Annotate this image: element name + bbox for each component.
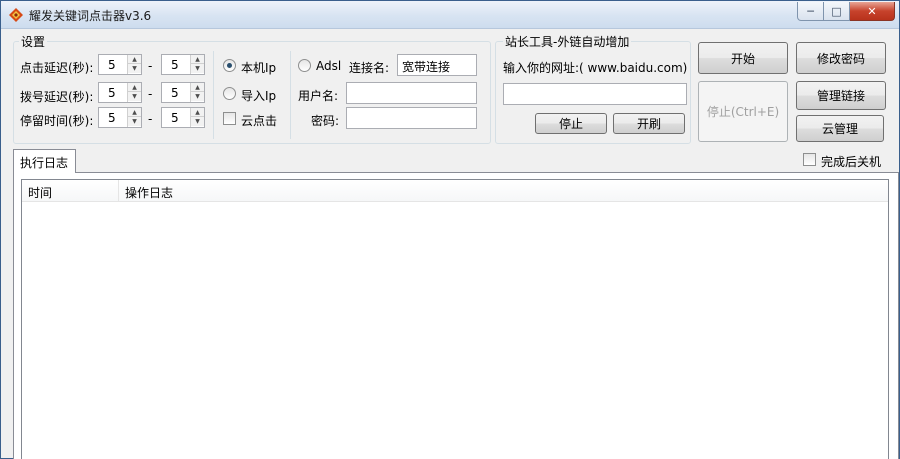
range-separator: -	[148, 112, 153, 126]
settings-divider-2	[290, 51, 291, 139]
main-window: 耀发关键词点击器v3.6 ─ □ ✕ 设置 点击延迟(秒): 5 ▲ ▼ - 5 …	[0, 0, 900, 459]
dial-delay-label: 拨号延迟(秒):	[20, 90, 94, 104]
spin-down-arrow-icon[interactable]: ▼	[191, 92, 204, 101]
settings-divider-1	[213, 51, 214, 139]
log-list[interactable]: 时间 操作日志	[21, 179, 889, 459]
connection-name-label: 连接名:	[349, 61, 390, 75]
range-separator: -	[148, 87, 153, 101]
shutdown-label[interactable]: 完成后关机	[821, 153, 881, 170]
app-logo-icon	[9, 8, 23, 22]
cloud-click-label[interactable]: 云点击	[241, 112, 277, 129]
click-delay-to-spinner[interactable]: 5 ▲ ▼	[161, 54, 205, 75]
column-header-log[interactable]: 操作日志	[119, 180, 887, 202]
spin-down-arrow-icon[interactable]: ▼	[128, 117, 141, 126]
stay-time-from-spinner[interactable]: 5 ▲ ▼	[98, 107, 142, 128]
spinner-value: 5	[108, 58, 116, 72]
spinner-value: 5	[171, 86, 179, 100]
click-delay-from-spinner[interactable]: 5 ▲ ▼	[98, 54, 142, 75]
adsl-label[interactable]: Adsl	[316, 59, 341, 73]
spin-down-arrow-icon[interactable]: ▼	[128, 92, 141, 101]
password-input[interactable]	[346, 107, 477, 129]
password-label: 密码:	[311, 114, 340, 128]
adsl-radio[interactable]	[298, 59, 311, 72]
stay-time-label: 停留时间(秒):	[20, 114, 94, 128]
dial-delay-from-spinner[interactable]: 5 ▲ ▼	[98, 82, 142, 103]
settings-legend: 设置	[19, 33, 48, 50]
spin-down-arrow-icon[interactable]: ▼	[191, 64, 204, 73]
window-controls: ─ □ ✕	[797, 2, 895, 21]
import-ip-label[interactable]: 导入Ip	[241, 87, 276, 104]
spinner-value: 5	[171, 58, 179, 72]
window-title: 耀发关键词点击器v3.6	[29, 9, 152, 23]
cloud-manage-button[interactable]: 云管理	[796, 115, 884, 142]
stay-time-to-spinner[interactable]: 5 ▲ ▼	[161, 107, 205, 128]
webmaster-start-button[interactable]: 开刷	[613, 113, 685, 134]
webmaster-stop-button[interactable]: 停止	[535, 113, 607, 134]
local-ip-label[interactable]: 本机Ip	[241, 59, 276, 76]
tab-execution-log[interactable]: 执行日志	[13, 149, 76, 173]
local-ip-radio[interactable]	[223, 59, 236, 72]
maximize-button[interactable]: □	[824, 2, 850, 21]
start-button[interactable]: 开始	[698, 42, 788, 74]
manage-links-button[interactable]: 管理链接	[796, 81, 886, 110]
spin-up-arrow-icon[interactable]: ▲	[191, 55, 204, 64]
spin-down-arrow-icon[interactable]: ▼	[128, 64, 141, 73]
spinner-value: 5	[171, 111, 179, 125]
spin-up-arrow-icon[interactable]: ▲	[128, 108, 141, 117]
dial-delay-to-spinner[interactable]: 5 ▲ ▼	[161, 82, 205, 103]
cloud-click-checkbox[interactable]	[223, 112, 236, 125]
username-label: 用户名:	[298, 89, 339, 103]
webmaster-legend: 站长工具-外链自动增加	[503, 33, 632, 50]
spinner-value: 5	[108, 111, 116, 125]
connection-name-input[interactable]: 宽带连接	[397, 54, 477, 76]
range-separator: -	[148, 59, 153, 73]
spinner-value: 5	[108, 86, 116, 100]
title-bar[interactable]: 耀发关键词点击器v3.6 ─ □ ✕	[1, 1, 899, 29]
spin-up-arrow-icon[interactable]: ▲	[191, 83, 204, 92]
username-input[interactable]	[346, 82, 477, 104]
spin-up-arrow-icon[interactable]: ▲	[128, 83, 141, 92]
url-prompt-label: 输入你的网址:( www.baidu.com)	[503, 61, 688, 75]
log-list-header: 时间 操作日志	[22, 180, 888, 202]
shutdown-checkbox[interactable]	[803, 153, 816, 166]
minimize-button[interactable]: ─	[797, 2, 824, 21]
website-url-input[interactable]	[503, 83, 687, 105]
column-header-time[interactable]: 时间	[22, 180, 119, 202]
click-delay-label: 点击延迟(秒):	[20, 61, 94, 75]
import-ip-radio[interactable]	[223, 87, 236, 100]
stop-button[interactable]: 停止(Ctrl+E)	[698, 81, 788, 142]
close-button[interactable]: ✕	[850, 2, 895, 21]
spin-up-arrow-icon[interactable]: ▲	[191, 108, 204, 117]
spin-down-arrow-icon[interactable]: ▼	[191, 117, 204, 126]
change-password-button[interactable]: 修改密码	[796, 42, 886, 74]
spin-up-arrow-icon[interactable]: ▲	[128, 55, 141, 64]
